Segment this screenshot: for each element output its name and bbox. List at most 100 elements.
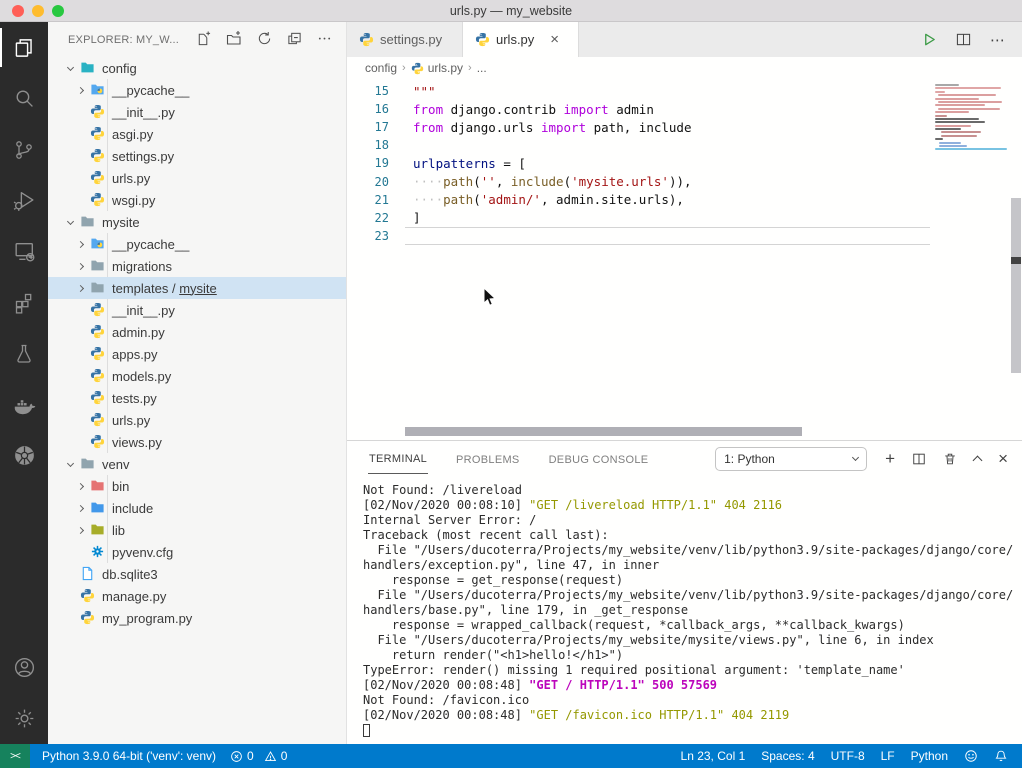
tree-item-lib[interactable]: lib [48,519,346,541]
panel-tab-terminal[interactable]: TERMINAL [368,443,428,474]
line-number: 16 [347,102,405,116]
zoom-window-button[interactable] [52,5,64,17]
status-lf[interactable]: LF [881,749,895,763]
tree-item-models.py[interactable]: models.py [48,365,346,387]
collapse-all-icon[interactable] [287,31,302,49]
notifications-bell-icon[interactable] [994,749,1008,763]
tree-item-asgi.py[interactable]: asgi.py [48,123,346,145]
problems-status[interactable]: 0 0 [230,749,287,763]
tree-item-config[interactable]: config [48,57,346,79]
more-actions-icon[interactable]: ⋯ [990,31,1006,49]
code-editor[interactable]: 15"""16from django.contrib import admin1… [347,79,1022,440]
tree-item-pyvenv.cfg[interactable]: pyvenv.cfg [48,541,346,563]
feedback-icon[interactable] [964,749,978,763]
tree-item-apps.py[interactable]: apps.py [48,343,346,365]
status-ln-23-col-1[interactable]: Ln 23, Col 1 [681,749,746,763]
tree-item-tests.py[interactable]: tests.py [48,387,346,409]
new-folder-icon[interactable] [226,30,242,49]
status-utf-8[interactable]: UTF-8 [831,749,865,763]
code-line-20[interactable]: 20····path('', include('mysite.urls')), [347,172,1022,190]
close-panel-icon[interactable]: × [998,450,1008,467]
terminal-line: Traceback (most recent call last): [363,528,1014,543]
vertical-scrollbar[interactable] [1011,198,1021,373]
tree-item-migrations[interactable]: migrations [48,255,346,277]
chevron-down-icon[interactable] [62,463,78,466]
split-editor-icon[interactable] [956,32,971,47]
activitybar-explorer-icon[interactable] [0,22,48,73]
tab-urls.py[interactable]: urls.py× [463,22,579,57]
breadcrumb-item-config[interactable]: config [365,61,397,75]
kill-terminal-icon[interactable] [943,452,957,466]
tree-item-venv[interactable]: venv [48,453,346,475]
code-line-21[interactable]: 21····path('admin/', admin.site.urls), [347,191,1022,209]
tree-item-urls.py[interactable]: urls.py [48,167,346,189]
code-line-16[interactable]: 16from django.contrib import admin [347,100,1022,118]
maximize-panel-icon[interactable] [973,455,983,465]
terminal-output[interactable]: Not Found: /livereload[02/Nov/2020 00:08… [347,476,1022,744]
activitybar-extensions-icon[interactable] [0,277,48,328]
more-icon[interactable] [317,31,332,49]
chevron-down-icon[interactable] [62,221,78,224]
activitybar-account-icon[interactable] [0,642,48,693]
minimap[interactable] [935,84,1009,152]
tree-item-__pycache__[interactable]: __pycache__ [48,233,346,255]
new-terminal-icon[interactable]: + [885,450,895,467]
breadcrumb-item-urls.py[interactable]: urls.py [411,61,463,75]
activitybar-docker-icon[interactable] [0,379,48,430]
code-text: from django.contrib import admin [405,102,654,117]
breadcrumb-item-...[interactable]: ... [477,61,487,75]
tree-item-db.sqlite3[interactable]: db.sqlite3 [48,563,346,585]
chevron-right-icon[interactable] [72,286,88,291]
code-line-17[interactable]: 17from django.urls import path, include [347,118,1022,136]
new-file-icon[interactable] [196,31,211,49]
tree-item-wsgi.py[interactable]: wsgi.py [48,189,346,211]
activitybar-testing-icon[interactable] [0,328,48,379]
remote-indicator[interactable]: >< [0,744,30,768]
chevron-right-icon[interactable] [72,242,88,247]
tree-item-templates-mysite[interactable]: templates / mysite [48,277,346,299]
python-interpreter-status[interactable]: Python 3.9.0 64-bit ('venv': venv) [42,749,216,763]
code-line-15[interactable]: 15""" [347,82,1022,100]
activitybar-kubernetes-icon[interactable] [0,430,48,481]
code-line-22[interactable]: 22] [347,209,1022,227]
activitybar-source-control-icon[interactable] [0,124,48,175]
tab-settings.py[interactable]: settings.py [347,22,463,57]
tree-item-settings.py[interactable]: settings.py [48,145,346,167]
chevron-right-icon[interactable] [72,528,88,533]
tree-item-urls.py[interactable]: urls.py [48,409,346,431]
tree-item-__init__.py[interactable]: __init__.py [48,101,346,123]
code-line-18[interactable]: 18 [347,136,1022,154]
code-line-23[interactable]: 23 [347,227,1022,245]
chevron-right-icon[interactable] [72,264,88,269]
tree-item-views.py[interactable]: views.py [48,431,346,453]
status-python[interactable]: Python [911,749,948,763]
code-line-19[interactable]: 19urlpatterns = [ [347,154,1022,172]
split-terminal-icon[interactable] [912,452,926,466]
tree-item-__init__.py[interactable]: __init__.py [48,299,346,321]
activitybar-search-icon[interactable] [0,73,48,124]
close-window-button[interactable] [12,5,24,17]
tree-item-my_program.py[interactable]: my_program.py [48,607,346,629]
chevron-right-icon[interactable] [72,484,88,489]
activitybar-remote-explorer-icon[interactable] [0,226,48,277]
tree-item-admin.py[interactable]: admin.py [48,321,346,343]
tree-item-manage.py[interactable]: manage.py [48,585,346,607]
tree-item-bin[interactable]: bin [48,475,346,497]
minimize-window-button[interactable] [32,5,44,17]
status-spaces-4[interactable]: Spaces: 4 [761,749,814,763]
tree-item-__pycache__[interactable]: __pycache__ [48,79,346,101]
chevron-right-icon[interactable] [72,88,88,93]
run-button[interactable] [922,32,937,47]
tree-item-mysite[interactable]: mysite [48,211,346,233]
panel-tab-problems[interactable]: PROBLEMS [455,444,521,474]
tree-item-include[interactable]: include [48,497,346,519]
horizontal-scrollbar[interactable] [405,427,802,436]
chevron-down-icon[interactable] [62,67,78,70]
activitybar-settings-icon[interactable] [0,693,48,744]
close-tab-icon[interactable]: × [550,32,559,47]
panel-tab-debug-console[interactable]: DEBUG CONSOLE [548,444,650,474]
refresh-icon[interactable] [257,31,272,49]
chevron-right-icon[interactable] [72,506,88,511]
activitybar-run-debug-icon[interactable] [0,175,48,226]
terminal-selector-dropdown[interactable]: 1: Python [715,447,867,471]
